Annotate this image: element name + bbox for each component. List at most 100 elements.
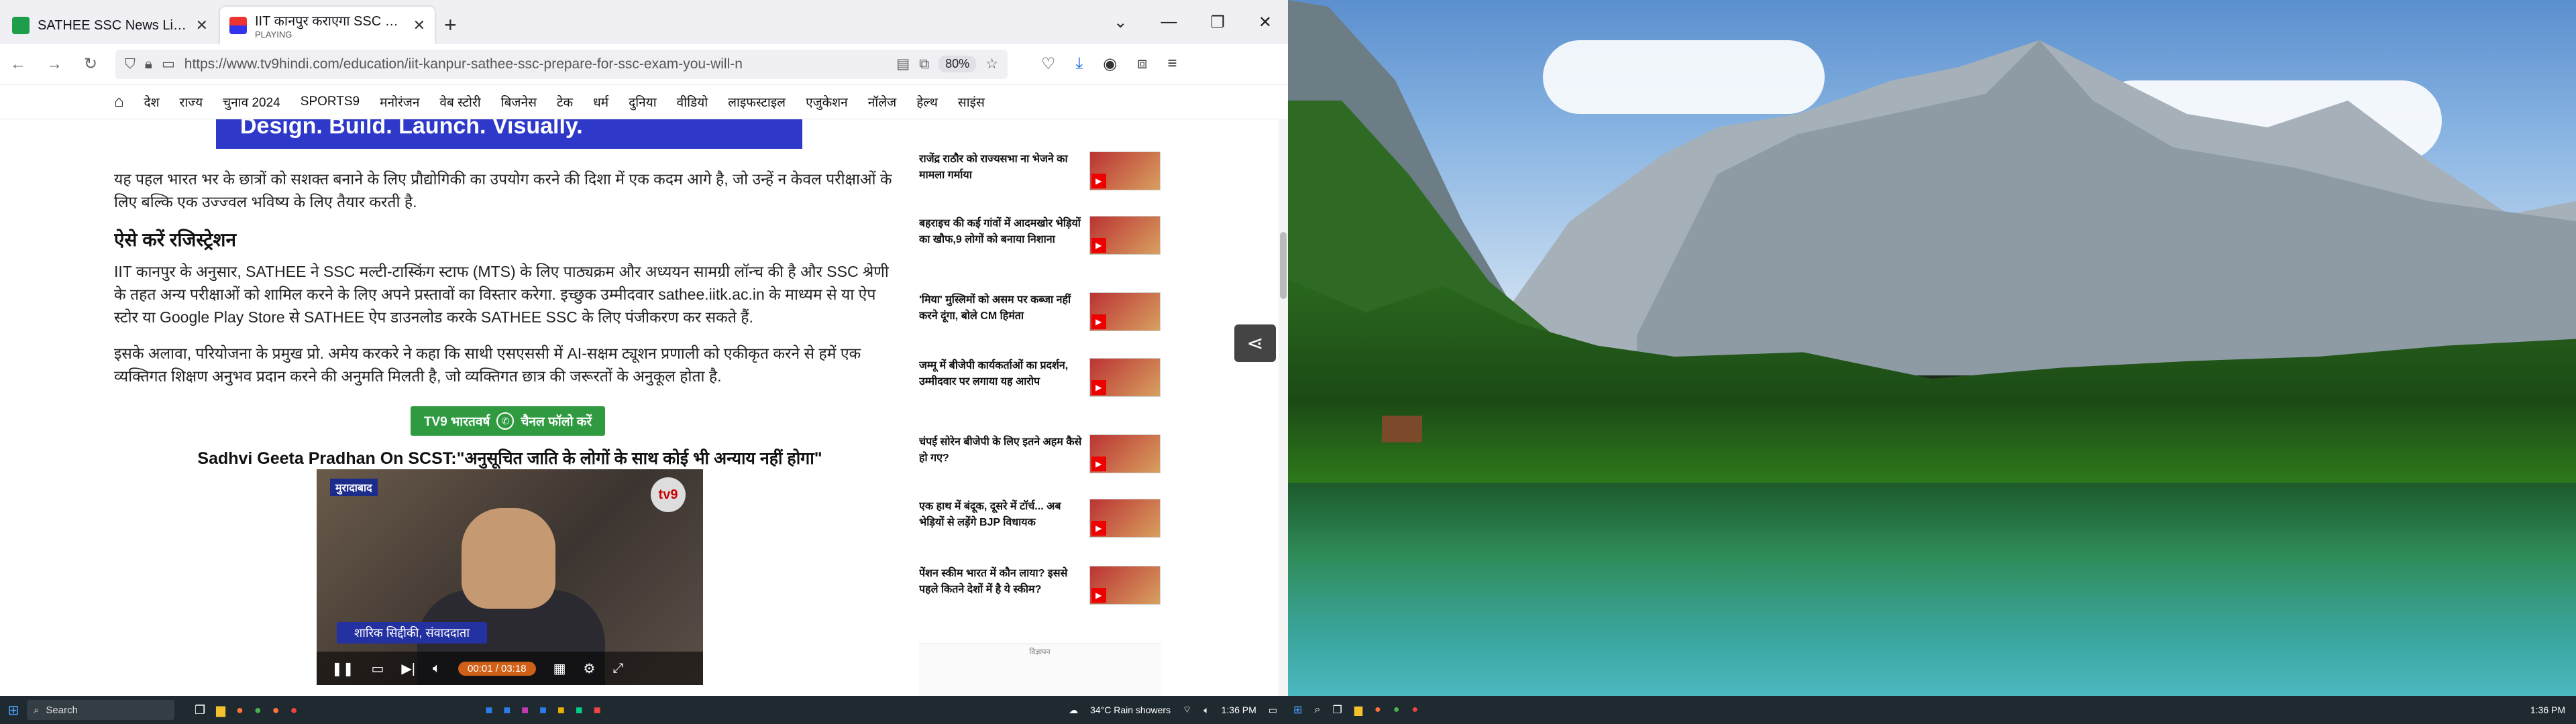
volume-icon[interactable]: 🔈︎ [1203,705,1209,716]
list-item[interactable]: चंपई सोरेन बीजेपी के लिए इतने अहम कैसे ह… [919,434,1161,491]
reload-icon[interactable]: ↻ [72,54,109,74]
news-headline[interactable]: एक हाथ में बंदूक, दूसरे में टॉर्च... अब … [919,499,1084,555]
nav-item[interactable]: नॉलेज [868,93,896,111]
settings-gear-icon[interactable]: ⚙ [583,660,595,677]
bookmark-star-icon[interactable]: ☆ [985,56,998,72]
app-icon[interactable]: ■ [576,703,583,717]
nav-item[interactable]: देश [144,93,160,111]
list-tabs-icon[interactable]: ⌄ [1114,13,1127,32]
list-item[interactable]: 'मिया' मुस्लिमों को असम पर कब्जा नहीं कर… [919,292,1161,349]
video-player[interactable]: मुरादाबाद tv9 शारिक सिद्दीकी, संवाददाता … [317,469,703,685]
list-item[interactable]: पेंशन स्कीम भारत में कौन लाया? इससे पहले… [919,566,1161,622]
news-thumbnail[interactable]: ▶ [1089,358,1161,397]
back-icon[interactable]: ← [0,55,36,74]
nav-item[interactable]: दुनिया [629,93,657,111]
tab-iit-kanpur[interactable]: IIT कानपुर कराएगा SSC की तैयारी PLAYING … [220,7,435,44]
nav-item[interactable]: वीडियो [677,93,708,111]
firefox-icon[interactable]: ● [1375,704,1381,716]
file-explorer-icon[interactable]: ▆ [216,703,225,717]
app-icon[interactable]: ● [272,703,280,717]
new-tab-icon[interactable]: + [444,13,457,38]
list-item[interactable]: एक हाथ में बंदूक, दूसरे में टॉर्च... अब … [919,499,1161,555]
tab-sathee-news[interactable]: SATHEE SSC News Links - Goog ✕ [3,7,217,44]
app-icon[interactable]: ● [290,703,298,717]
taskbar-search[interactable]: ⌕ Search [27,700,174,720]
pause-icon[interactable]: ❚❚ [331,660,354,677]
close-window-icon[interactable]: ✕ [1258,13,1272,32]
app-icon[interactable]: ■ [503,703,511,717]
pocket-icon[interactable]: ♡ [1041,54,1056,74]
follow-channel-button[interactable]: TV9 भारतवर्ष ✆ चैनल फॉलो करें [411,406,605,436]
news-headline[interactable]: चंपई सोरेन बीजेपी के लिए इतने अहम कैसे ह… [919,434,1084,491]
permissions-icon[interactable]: ▭ [162,56,175,72]
nav-item[interactable]: चुनाव 2024 [223,93,280,111]
fullscreen-icon[interactable]: ⤢ [612,661,623,676]
nav-item[interactable]: राज्य [180,93,203,111]
app-icon[interactable]: ■ [557,703,565,717]
clock[interactable]: 1:36 PM [2530,705,2576,715]
lock-icon[interactable]: 🔒︎ [145,56,152,72]
picture-in-picture-icon[interactable]: ⧉ [919,56,929,72]
news-thumbnail[interactable]: ▶ [1089,216,1161,255]
chrome-icon[interactable]: ● [1393,704,1400,716]
task-view-icon[interactable]: ❐ [195,703,205,717]
weather-text[interactable]: 34°C Rain showers [1090,705,1171,715]
nav-item[interactable]: धर्म [593,93,608,111]
task-view-icon[interactable]: ❐ [1332,703,1342,717]
close-tab-icon[interactable]: ✕ [413,17,425,34]
file-explorer-icon[interactable]: ▆ [1354,703,1362,717]
nav-item[interactable]: एजुकेशन [806,93,848,111]
list-item[interactable]: राजेंद्र राठौर को राज्यसभा ना भेजने का म… [919,152,1161,208]
nav-item[interactable]: बिजनेस [501,93,537,111]
next-icon[interactable]: ▶| [401,660,415,677]
news-headline[interactable]: जम्मू में बीजेपी कार्यकर्ताओं का प्रदर्श… [919,358,1084,414]
windows-start-icon[interactable]: ⊞ [0,702,27,719]
nav-item[interactable]: वेब स्टोरी [439,93,480,111]
weather-icon[interactable]: ☁ [1069,705,1078,716]
home-icon[interactable]: ⌂ [114,93,124,111]
list-item[interactable]: जम्मू में बीजेपी कार्यकर्ताओं का प्रदर्श… [919,358,1161,414]
url-text[interactable]: https://www.tv9hindi.com/education/iit-k… [184,56,888,72]
zoom-level[interactable]: 80% [938,56,977,72]
scrollbar-thumb[interactable] [1280,232,1287,299]
menu-icon[interactable]: ≡ [1167,54,1177,74]
share-button[interactable]: ⋖ [1234,324,1276,362]
news-thumbnail[interactable]: ▶ [1089,152,1161,190]
news-thumbnail[interactable]: ▶ [1089,566,1161,605]
news-thumbnail[interactable]: ▶ [1089,434,1161,473]
app-icon[interactable]: ■ [485,703,492,717]
address-bar[interactable]: ⛉ 🔒︎ ▭ https://www.tv9hindi.com/educatio… [115,49,1008,79]
nav-item[interactable]: SPORTS9 [301,95,360,109]
nav-item[interactable]: लाइफस्टाइल [728,93,786,111]
news-headline[interactable]: बहराइच की कई गांवों में आदमखोर भेड़ियों … [919,216,1084,272]
page-scrollbar[interactable] [1279,119,1288,696]
news-thumbnail[interactable]: ▶ [1089,292,1161,331]
app-icon[interactable]: ■ [539,703,547,717]
tracking-shield-icon[interactable]: ⛉ [125,56,136,72]
windows-start-icon[interactable]: ⊞ [1293,703,1302,717]
nav-item[interactable]: टेक [557,93,573,111]
app-icon[interactable]: ■ [594,703,601,717]
captions-icon[interactable]: ▭ [372,660,384,677]
grid-icon[interactable]: ▦ [553,660,566,677]
restore-icon[interactable]: ❐ [1210,13,1225,32]
news-thumbnail[interactable]: ▶ [1089,499,1161,538]
nav-item[interactable]: हेल्थ [916,93,938,111]
notification-icon[interactable]: ▭ [1269,705,1277,716]
app-icon[interactable]: ● [1411,704,1418,716]
downloads-icon[interactable]: ⤓ [1076,54,1083,74]
news-headline[interactable]: पेंशन स्कीम भारत में कौन लाया? इससे पहले… [919,566,1084,622]
extensions-icon[interactable]: ⧈ [1137,54,1147,74]
app-icon[interactable]: ■ [521,703,529,717]
list-item[interactable]: बहराइच की कई गांवों में आदमखोर भेड़ियों … [919,216,1161,272]
nav-item[interactable]: साइंस [958,93,985,111]
close-tab-icon[interactable]: ✕ [196,17,208,34]
minimize-icon[interactable]: — [1161,13,1177,32]
firefox-icon[interactable]: ● [236,703,244,717]
reader-view-icon[interactable]: ▤ [896,56,910,72]
chrome-icon[interactable]: ● [254,703,262,717]
news-headline[interactable]: राजेंद्र राठौर को राज्यसभा ना भेजने का म… [919,152,1084,208]
search-icon[interactable]: ⌕ [1314,704,1320,716]
clock[interactable]: 1:36 PM [1222,705,1256,715]
forward-icon[interactable]: → [36,55,72,74]
